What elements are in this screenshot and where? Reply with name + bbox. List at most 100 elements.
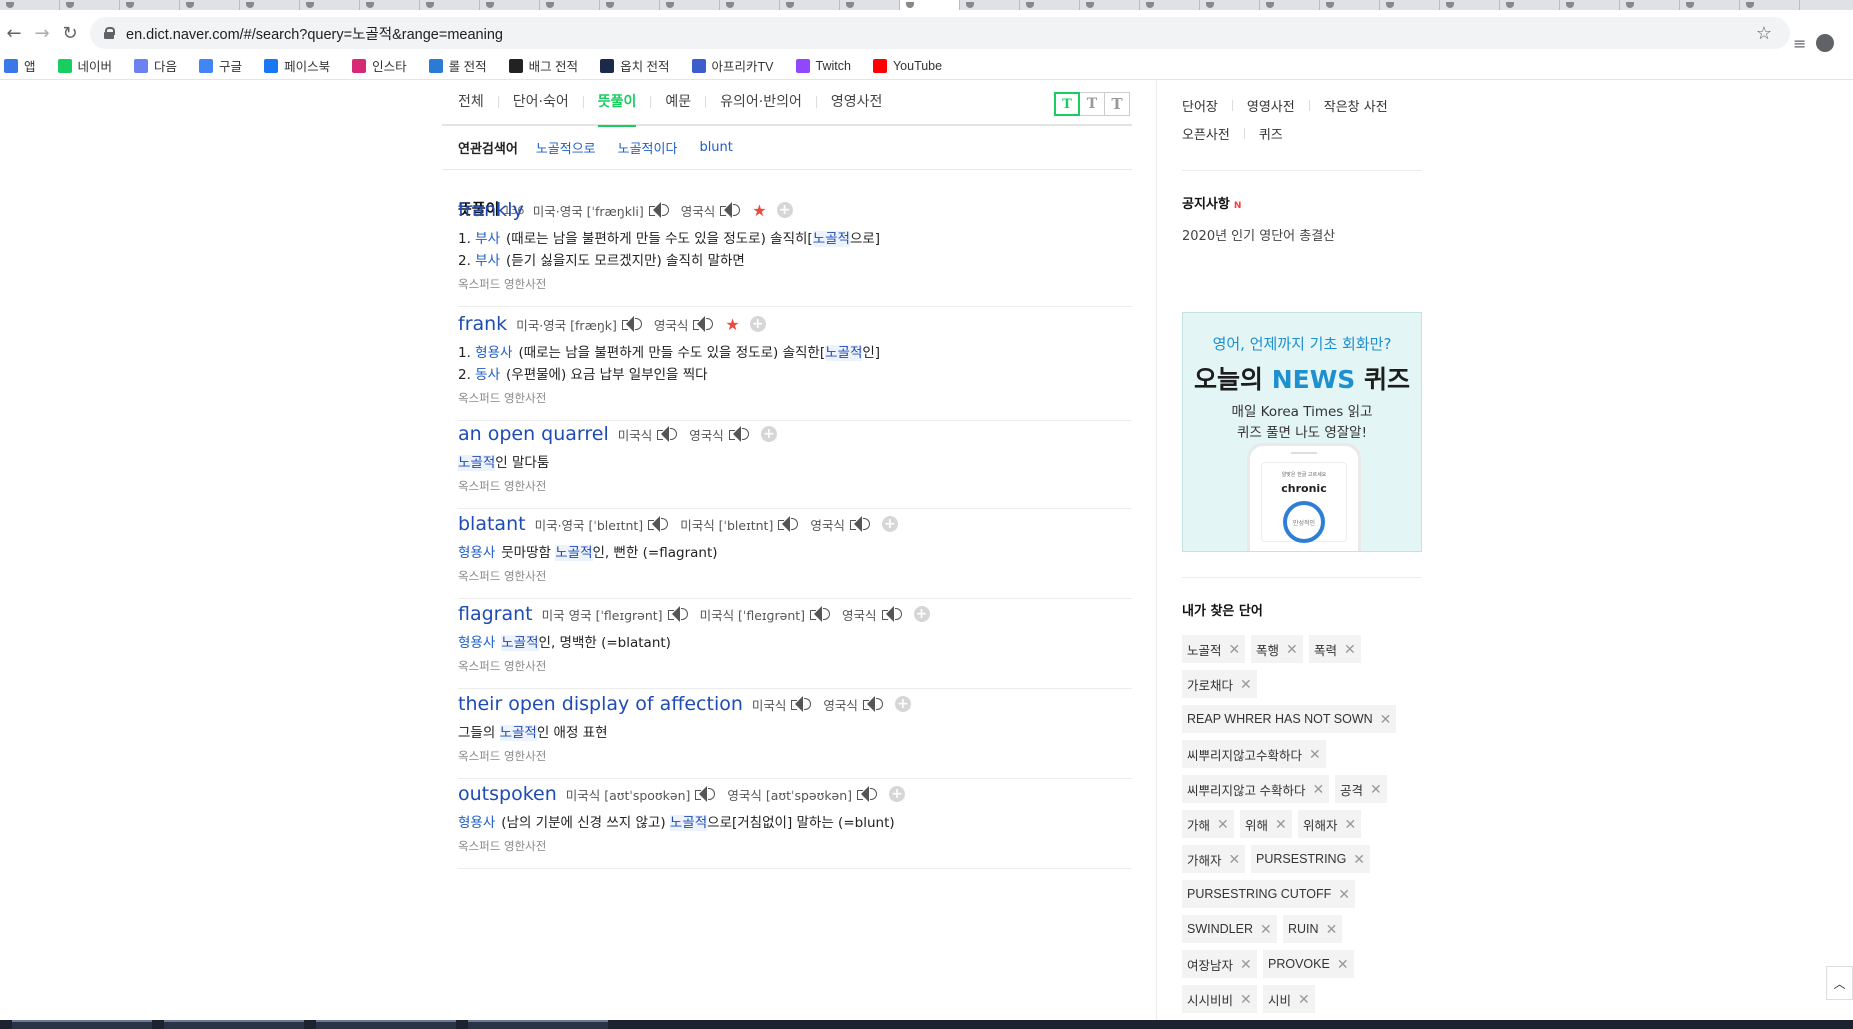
news-quiz-banner[interactable]: 영어, 언제까지 기초 회화만? 오늘의 NEWS 퀴즈 매일 Korea Ti… <box>1182 312 1422 552</box>
browser-tab[interactable] <box>1560 0 1620 10</box>
remove-icon[interactable]: ✕ <box>1344 641 1356 658</box>
add-to-wordbook-icon[interactable]: + <box>881 516 898 532</box>
browser-tab[interactable] <box>1020 0 1080 10</box>
entry-word[interactable]: their open display of affection <box>458 693 743 715</box>
remove-icon[interactable]: ✕ <box>1309 746 1321 763</box>
browser-tab[interactable] <box>1500 0 1560 10</box>
speaker-icon[interactable] <box>655 425 678 443</box>
entry-word[interactable]: outspoken <box>458 783 557 805</box>
font-size-option-0[interactable]: T <box>1054 92 1080 116</box>
star-icon[interactable]: ★ <box>725 315 739 334</box>
browser-tab[interactable] <box>360 0 420 10</box>
speaker-icon[interactable] <box>880 605 902 623</box>
add-to-wordbook-icon[interactable]: + <box>776 202 793 218</box>
word-chip[interactable]: 시시비비 ✕ <box>1182 985 1257 1013</box>
tab-3[interactable]: 예문 <box>665 79 691 125</box>
browser-tab[interactable] <box>1200 0 1260 10</box>
browser-tab[interactable] <box>540 0 600 10</box>
remove-icon[interactable]: ✕ <box>1312 781 1324 798</box>
remove-icon[interactable]: ✕ <box>1275 816 1287 833</box>
browser-tab[interactable] <box>660 0 720 10</box>
word-chip[interactable]: REAP WHRER HAS NOT SOWN ✕ <box>1182 705 1397 733</box>
browser-tab[interactable] <box>180 0 240 10</box>
browser-tab[interactable] <box>900 0 960 10</box>
bookmark-4[interactable]: 페이스북 <box>264 56 330 75</box>
entry-word[interactable]: frankly <box>458 199 524 221</box>
remove-icon[interactable]: ✕ <box>1337 956 1349 973</box>
entry-word[interactable]: an open quarrel <box>458 423 609 445</box>
add-to-wordbook-icon[interactable]: + <box>913 606 930 622</box>
add-to-wordbook-icon[interactable]: + <box>894 696 911 712</box>
dictionary-source[interactable]: 옥스퍼드 영한사전 <box>458 568 1132 584</box>
browser-tab[interactable] <box>1680 0 1740 10</box>
related-link-1[interactable]: 노골적이다 <box>618 138 678 157</box>
browser-tab[interactable] <box>720 0 780 10</box>
browser-tab[interactable] <box>420 0 480 10</box>
remove-icon[interactable]: ✕ <box>1260 921 1272 938</box>
word-chip[interactable]: RUIN ✕ <box>1283 915 1343 943</box>
remove-icon[interactable]: ✕ <box>1345 816 1357 833</box>
browser-tab[interactable] <box>1260 0 1320 10</box>
remove-icon[interactable]: ✕ <box>1286 641 1298 658</box>
browser-tab[interactable] <box>780 0 840 10</box>
word-chip[interactable]: SWINDLER ✕ <box>1182 915 1277 943</box>
word-chip[interactable]: 가로채다 ✕ <box>1182 670 1257 698</box>
dictionary-source[interactable]: 옥스퍼드 영한사전 <box>458 276 1132 292</box>
back-button[interactable]: ← <box>0 19 28 47</box>
word-chip[interactable]: 시비 ✕ <box>1263 985 1315 1013</box>
word-chip[interactable]: 노골적 ✕ <box>1182 635 1246 663</box>
remove-icon[interactable]: ✕ <box>1229 641 1241 658</box>
remove-icon[interactable]: ✕ <box>1240 676 1252 693</box>
tab-0[interactable]: 전체 <box>458 79 484 125</box>
remove-icon[interactable]: ✕ <box>1338 886 1350 903</box>
bookmark-1[interactable]: 네이버 <box>57 56 112 75</box>
remove-icon[interactable]: ✕ <box>1380 711 1392 728</box>
browser-tab[interactable] <box>1380 0 1440 10</box>
dictionary-source[interactable]: 옥스퍼드 영한사전 <box>458 390 1132 406</box>
word-chip[interactable]: PROVOKE ✕ <box>1263 950 1354 978</box>
browser-tab[interactable] <box>840 0 900 10</box>
font-size-option-2[interactable]: T <box>1104 92 1130 116</box>
quick-link-1[interactable]: 영영사전 <box>1247 96 1295 115</box>
word-chip[interactable]: 여장남자 ✕ <box>1182 950 1257 978</box>
star-icon[interactable]: ★ <box>752 201 766 220</box>
entry-word[interactable]: flagrant <box>458 603 533 625</box>
browser-tab[interactable] <box>1740 0 1800 10</box>
tab-1[interactable]: 단어·숙어 <box>513 79 569 125</box>
dictionary-source[interactable]: 옥스퍼드 영한사전 <box>458 748 1132 764</box>
browser-tab[interactable] <box>960 0 1020 10</box>
speaker-icon[interactable] <box>647 201 669 219</box>
word-chip[interactable]: 씨뿌리지않고 수확하다 ✕ <box>1182 775 1330 803</box>
bookmark-10[interactable]: Twitch <box>795 58 851 73</box>
add-to-wordbook-icon[interactable]: + <box>749 316 766 332</box>
speaker-icon[interactable] <box>620 315 642 333</box>
browser-tab[interactable] <box>1620 0 1680 10</box>
word-chip[interactable]: 가해 ✕ <box>1182 810 1234 838</box>
browser-tab[interactable] <box>480 0 540 10</box>
speaker-icon[interactable] <box>855 785 878 803</box>
browser-tab[interactable] <box>0 0 60 10</box>
word-chip[interactable]: 공격 ✕ <box>1335 775 1387 803</box>
word-chip[interactable]: PURSESTRING CUTOFF ✕ <box>1182 880 1355 908</box>
browser-tab[interactable] <box>600 0 660 10</box>
remove-icon[interactable]: ✕ <box>1370 781 1382 798</box>
omnibox[interactable]: en.dict.naver.com/#/search?query=노골적&ran… <box>90 17 1790 49</box>
speaker-icon[interactable] <box>776 515 799 533</box>
word-chip[interactable]: 위해자 ✕ <box>1298 810 1362 838</box>
bookmark-5[interactable]: 인스타 <box>352 56 407 75</box>
dictionary-source[interactable]: 옥스퍼드 영한사전 <box>458 658 1132 674</box>
remove-icon[interactable]: ✕ <box>1240 991 1252 1008</box>
browser-tab[interactable] <box>1140 0 1200 10</box>
bookmark-8[interactable]: 옵치 전적 <box>600 56 670 75</box>
bookmark-9[interactable]: 아프리카TV <box>691 56 774 75</box>
entry-word[interactable]: frank <box>458 313 507 335</box>
browser-tab[interactable] <box>240 0 300 10</box>
bookmark-0[interactable]: 앱 <box>4 56 36 75</box>
forward-button[interactable]: → <box>28 19 56 47</box>
url-text[interactable]: en.dict.naver.com/#/search?query=노골적&ran… <box>126 23 503 44</box>
font-size-option-1[interactable]: T <box>1079 92 1105 116</box>
bookmark-3[interactable]: 구글 <box>199 56 242 75</box>
browser-tab[interactable] <box>1440 0 1500 10</box>
notice-item[interactable]: 2020년 인기 영단어 총결산 <box>1182 225 1422 244</box>
quick-link-0[interactable]: 단어장 <box>1182 96 1218 115</box>
